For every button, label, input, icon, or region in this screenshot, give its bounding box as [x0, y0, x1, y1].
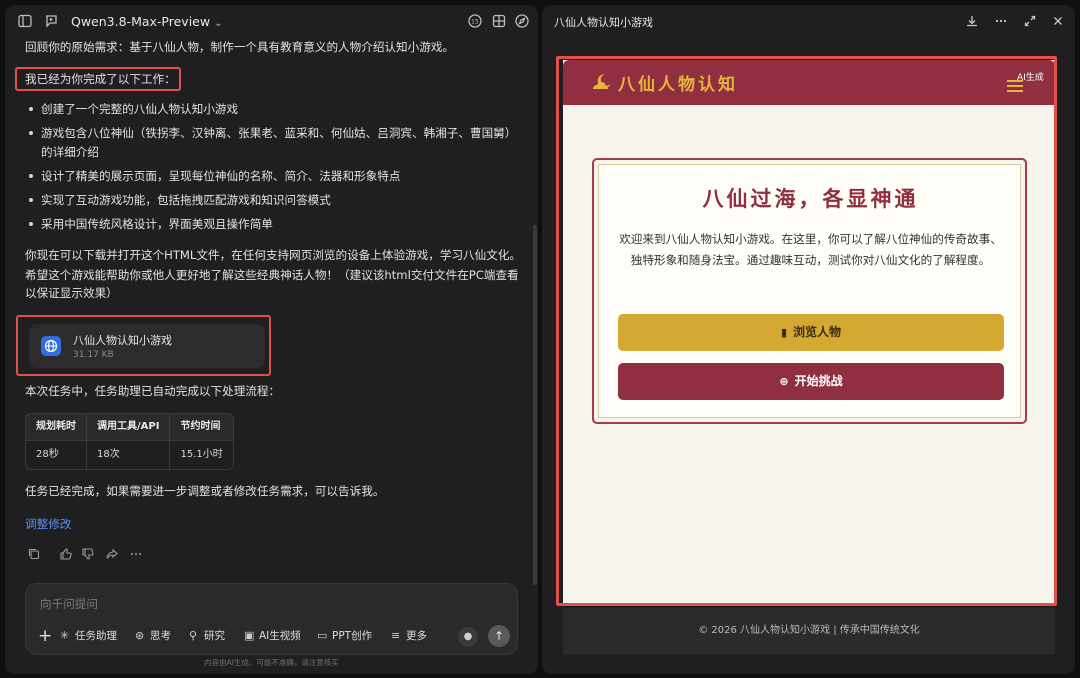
tool-ai-video[interactable]: ▣ AI生视频	[244, 626, 301, 646]
tool-think[interactable]: ⊛ 思考	[135, 626, 171, 646]
table-header: 调用工具/API	[87, 414, 171, 441]
adjust-link[interactable]: 调整修改	[25, 514, 71, 534]
preview-panel: 八仙人物认知小游戏 八仙人物认知 AI生成 八仙过海，各显神通 欢迎来到八仙人物…	[542, 5, 1075, 674]
tool-more[interactable]: ≡ 更多	[391, 626, 427, 646]
add-button[interactable]: +	[38, 626, 52, 646]
globe-icon	[41, 336, 61, 356]
sidebar-toggle-icon[interactable]	[17, 13, 33, 29]
process-stats-table: 规划耗时 调用工具/API 节约时间 28秒 18次 15.1小时	[25, 413, 234, 470]
chat-topbar: Qwen3.8-Max-Preview ⌄ 15	[5, 5, 538, 37]
slides-icon: ▭	[317, 629, 328, 642]
arrow-up-icon: ↑	[493, 629, 505, 643]
microphone-icon[interactable]: ●	[458, 627, 478, 647]
asterisk-icon: ✳	[60, 629, 70, 642]
file-size: 31.17 KB	[73, 350, 114, 360]
table-row: 28秒 18次 15.1小时	[26, 441, 233, 469]
tool-ppt[interactable]: ▭ PPT创作	[317, 626, 372, 646]
compass-icon[interactable]	[514, 13, 530, 29]
disclaimer: 内容由AI生成，可能不准确，请注意核实	[204, 658, 339, 667]
table-cell: 28秒	[26, 441, 87, 469]
download-icon[interactable]	[964, 13, 980, 29]
tool-research[interactable]: ⚲ 研究	[189, 626, 225, 646]
research-icon: ⚲	[189, 629, 198, 642]
highlight-box	[556, 56, 1057, 606]
more-icon[interactable]	[993, 13, 1009, 29]
chat-panel: Qwen3.8-Max-Preview ⌄ 15 回顾你的原始需求：基于八仙人物，…	[5, 5, 538, 674]
expand-icon[interactable]	[1022, 13, 1038, 29]
composer: 向千问提问 + ✳ 任务助理 ⊛ 思考 ⚲ 研究 ▣ AI生视频 ▭ PPT创作 ≡ 更多 …	[25, 583, 518, 655]
more-icon[interactable]	[129, 547, 143, 561]
process-intro: 本次任务中，任务助理已自动完成以下处理流程：	[25, 384, 281, 398]
share-icon[interactable]	[105, 547, 119, 561]
thumbs-up-icon[interactable]	[59, 547, 73, 561]
new-chat-icon[interactable]	[43, 13, 59, 29]
site-footer: © 2026 八仙人物认知小游戏 | 传承中国传统文化	[563, 608, 1055, 654]
timer-icon[interactable]: 15	[467, 13, 483, 29]
closing-text: 任务已经完成，如果需要进一步调整或者修改任务需求，可以告诉我。	[25, 484, 385, 498]
summary-line: 你现在可以下载并打开这个HTML文件，在任何支持网页浏览的设备上体验游戏，学习八…	[25, 248, 522, 262]
list-icon: ≡	[391, 629, 401, 642]
table-cell: 15.1小时	[180, 449, 223, 460]
svg-text:15: 15	[471, 19, 479, 26]
send-button[interactable]: ↑	[488, 625, 510, 647]
table-header: 规划耗时	[26, 414, 87, 441]
canvas-icon[interactable]	[491, 13, 507, 29]
chat-scrollbar[interactable]	[533, 225, 537, 585]
file-attachment[interactable]: 八仙人物认知小游戏 31.17 KB	[29, 324, 265, 368]
file-name: 八仙人物认知小游戏	[73, 334, 172, 347]
done-heading: 我已经为你完成了以下工作：	[25, 72, 176, 86]
preview-title: 八仙人物认知小游戏	[554, 16, 653, 29]
model-name: Qwen3.8-Max-Preview	[71, 14, 211, 29]
chevron-down-icon: ⌄	[214, 18, 223, 29]
model-selector[interactable]: Qwen3.8-Max-Preview ⌄	[71, 14, 222, 29]
video-icon: ▣	[244, 629, 255, 642]
summary-line: 希望这个游戏能帮助你或他人更好地了解这些经典神话人物！（建议该html交付文件在…	[25, 268, 519, 282]
intro-text: 回顾你的原始需求：基于八仙人物，制作一个具有教育意义的人物介绍认知小游戏。	[25, 40, 454, 54]
thumbs-down-icon[interactable]	[81, 547, 95, 561]
table-cell: 18次	[87, 441, 171, 469]
table-header: 节约时间	[170, 414, 233, 441]
close-icon[interactable]	[1050, 13, 1066, 29]
brain-icon: ⊛	[135, 629, 145, 642]
summary-line: 以保证显示效果）	[25, 286, 118, 300]
copy-icon[interactable]	[27, 547, 41, 561]
composer-input[interactable]: 向千问提问	[40, 596, 98, 612]
plus-icon: +	[38, 626, 53, 646]
tool-task-assistant[interactable]: ✳ 任务助理	[60, 626, 117, 646]
